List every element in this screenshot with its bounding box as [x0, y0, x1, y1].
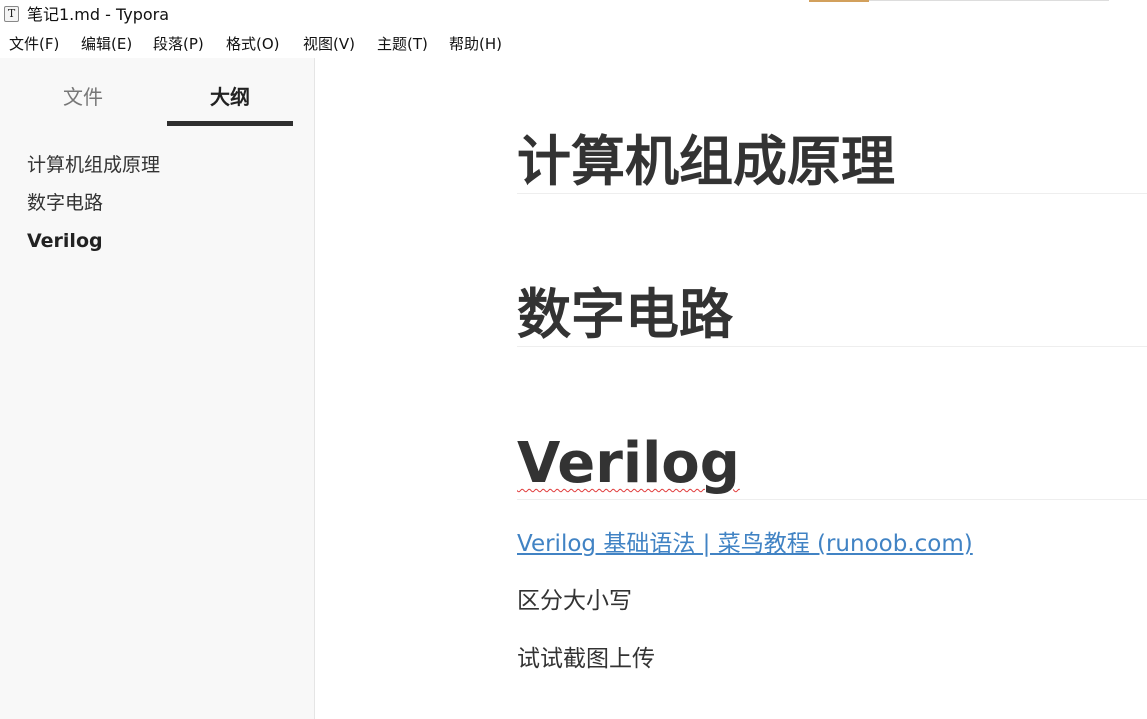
sidebar: 文件 大纲 计算机组成原理 数字电路 Verilog: [0, 58, 315, 719]
title-accent-line: [809, 0, 869, 2]
menu-bar: 文件(F) 编辑(E) 段落(P) 格式(O) 视图(V) 主题(T) 帮助(H…: [0, 30, 1147, 58]
heading-digital-circuits[interactable]: 数字电路: [517, 283, 733, 347]
paragraph-case-sensitive[interactable]: 区分大小写: [517, 586, 632, 616]
heading-computer-organization[interactable]: 计算机组成原理: [517, 130, 895, 194]
heading-divider: [517, 346, 1147, 347]
tab-outline[interactable]: 大纲: [167, 84, 293, 110]
outline-item-digital-circuits[interactable]: 数字电路: [27, 190, 103, 216]
menu-help[interactable]: 帮助(H): [449, 34, 502, 54]
runoob-verilog-link[interactable]: Verilog 基础语法 | 菜鸟教程 (runoob.com): [517, 531, 973, 557]
active-tab-indicator: [167, 121, 293, 126]
window-title: 笔记1.md - Typora: [27, 5, 170, 24]
title-divider: [869, 0, 1109, 1]
title-bar: T 笔记1.md - Typora: [0, 0, 1147, 30]
outline-item-verilog[interactable]: Verilog: [27, 228, 103, 254]
menu-view[interactable]: 视图(V): [303, 34, 355, 54]
outline-item-computer-organization[interactable]: 计算机组成原理: [27, 152, 160, 178]
typora-app-icon: T: [4, 6, 19, 22]
editor-area[interactable]: 计算机组成原理 数字电路 Verilog Verilog 基础语法 | 菜鸟教程…: [315, 58, 1147, 719]
heading-verilog[interactable]: Verilog: [517, 432, 740, 496]
menu-file[interactable]: 文件(F): [9, 34, 59, 54]
paragraph-screenshot-upload[interactable]: 试试截图上传: [517, 644, 655, 674]
heading-divider: [517, 193, 1147, 194]
tab-files[interactable]: 文件: [20, 84, 146, 110]
menu-theme[interactable]: 主题(T): [377, 34, 428, 54]
menu-paragraph[interactable]: 段落(P): [153, 34, 204, 54]
menu-edit[interactable]: 编辑(E): [81, 34, 132, 54]
runoob-link-paragraph: Verilog 基础语法 | 菜鸟教程 (runoob.com): [517, 529, 973, 559]
menu-format[interactable]: 格式(O): [226, 34, 280, 54]
heading-divider: [517, 499, 1147, 500]
